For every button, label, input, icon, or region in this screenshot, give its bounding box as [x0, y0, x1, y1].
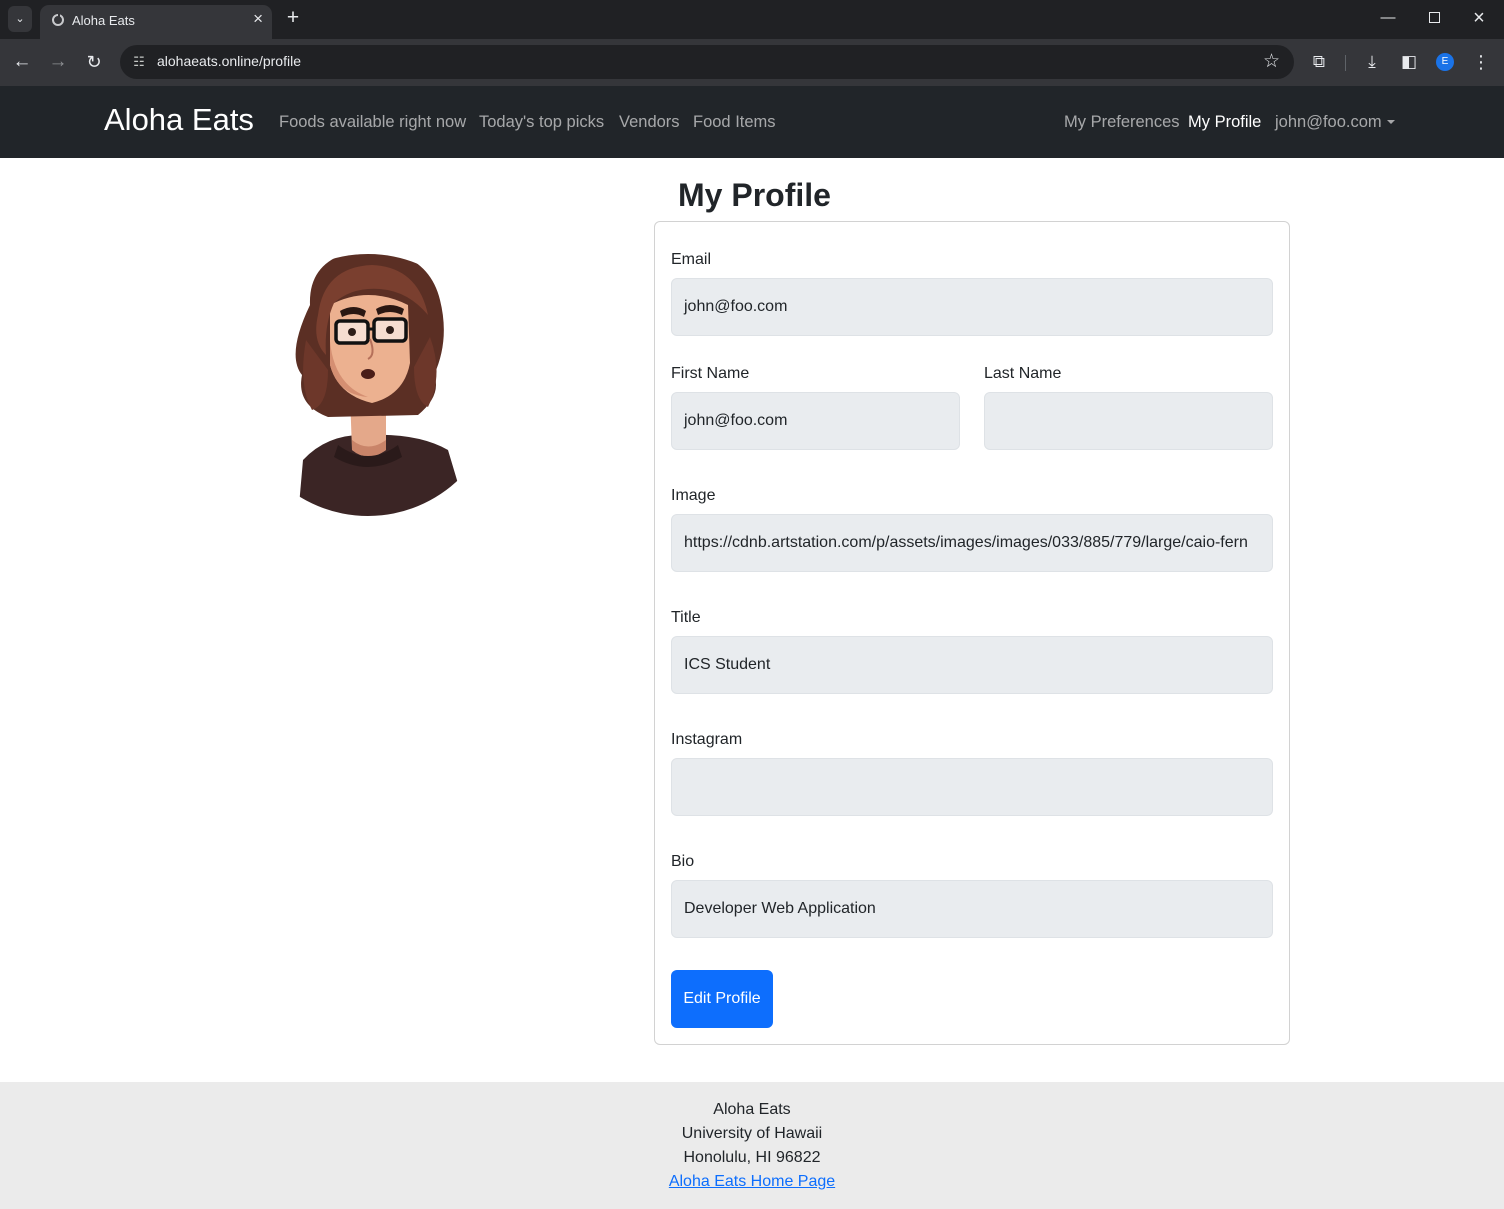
image-url-field[interactable]: https://cdnb.artstation.com/p/assets/ima…	[671, 514, 1273, 572]
window-minimize-icon[interactable]: —	[1376, 6, 1400, 30]
tab-search-chevron-icon[interactable]: ⌄	[8, 6, 32, 32]
email-label: Email	[671, 251, 712, 268]
browser-tab-strip: ⌄ Aloha Eats × + — ×	[0, 0, 1504, 39]
nav-link-my-preferences[interactable]: My Preferences	[1064, 112, 1180, 132]
footer-address: Honolulu, HI 96822	[683, 1149, 821, 1166]
forward-arrow-icon[interactable]: →	[46, 50, 70, 74]
dropdown-caret-icon	[1386, 120, 1395, 124]
nav-link-my-profile[interactable]: My Profile	[1188, 112, 1261, 132]
nav-link-food-items[interactable]: Food Items	[693, 112, 776, 132]
last-name-label: Last Name	[984, 365, 1062, 382]
footer-link-row: Aloha Eats Home Page	[0, 1170, 1504, 1194]
back-arrow-icon[interactable]: ←	[10, 50, 34, 74]
reload-icon[interactable]: ↻	[82, 50, 106, 74]
profile-avatar-image	[268, 245, 468, 517]
toolbar-divider	[1345, 55, 1346, 71]
site-favicon-icon	[52, 13, 64, 26]
first-name-field[interactable]: john@foo.com	[671, 392, 960, 450]
url-text[interactable]: alohaeats.online/profile	[157, 53, 301, 69]
window-maximize-icon[interactable]	[1422, 6, 1446, 30]
footer-brand: Aloha Eats	[713, 1101, 791, 1118]
instagram-label: Instagram	[671, 731, 743, 748]
user-dropdown[interactable]: john@foo.com	[1275, 112, 1395, 132]
nav-link-top-picks[interactable]: Today's top picks	[479, 112, 604, 132]
new-tab-plus-icon[interactable]: +	[283, 6, 303, 30]
nav-link-vendors[interactable]: Vendors	[619, 112, 680, 132]
address-bar[interactable]: ☷ alohaeats.online/profile ☆	[120, 45, 1294, 79]
footer-university: University of Hawaii	[681, 1125, 823, 1142]
browser-menu-kebab-icon[interactable]: ⋮	[1469, 50, 1493, 74]
browser-tab[interactable]: Aloha Eats ×	[40, 5, 272, 39]
site-info-icon[interactable]: ☷	[130, 53, 148, 71]
image-label: Image	[671, 487, 716, 504]
tab-title: Aloha Eats	[72, 13, 135, 28]
site-footer: Aloha Eats University of Hawaii Honolulu…	[0, 1082, 1504, 1209]
brand-logo-text[interactable]: Aloha Eats	[104, 102, 254, 138]
browser-toolbar: ← → ↻ ☷ alohaeats.online/profile ☆ ⧉ ⤓ ◧…	[0, 39, 1504, 86]
home-page-link[interactable]: Aloha Eats Home Page	[669, 1173, 835, 1190]
instagram-field[interactable]	[671, 758, 1273, 816]
user-dropdown-label: john@foo.com	[1275, 113, 1382, 131]
bio-field[interactable]: Developer Web Application	[671, 880, 1273, 938]
edit-profile-button[interactable]: Edit Profile	[671, 970, 773, 1028]
title-label: Title	[671, 609, 701, 626]
first-name-label: First Name	[671, 365, 750, 382]
bio-label: Bio	[671, 853, 695, 870]
profile-card: Email john@foo.com First Name john@foo.c…	[654, 221, 1290, 1045]
extensions-puzzle-icon[interactable]: ⧉	[1307, 50, 1331, 74]
browser-profile-avatar[interactable]: E	[1436, 53, 1454, 71]
site-navbar: Aloha Eats Foods available right now Tod…	[0, 86, 1504, 158]
side-panel-icon[interactable]: ◧	[1397, 50, 1421, 74]
download-icon[interactable]: ⤓	[1360, 50, 1384, 74]
last-name-field[interactable]	[984, 392, 1273, 450]
bookmark-star-icon[interactable]: ☆	[1263, 50, 1280, 74]
tab-close-icon[interactable]: ×	[253, 10, 263, 27]
title-field[interactable]: ICS Student	[671, 636, 1273, 694]
email-field[interactable]: john@foo.com	[671, 278, 1273, 336]
page-title: My Profile	[678, 177, 831, 213]
nav-link-foods-available[interactable]: Foods available right now	[279, 112, 466, 132]
window-close-icon[interactable]: ×	[1467, 6, 1491, 30]
